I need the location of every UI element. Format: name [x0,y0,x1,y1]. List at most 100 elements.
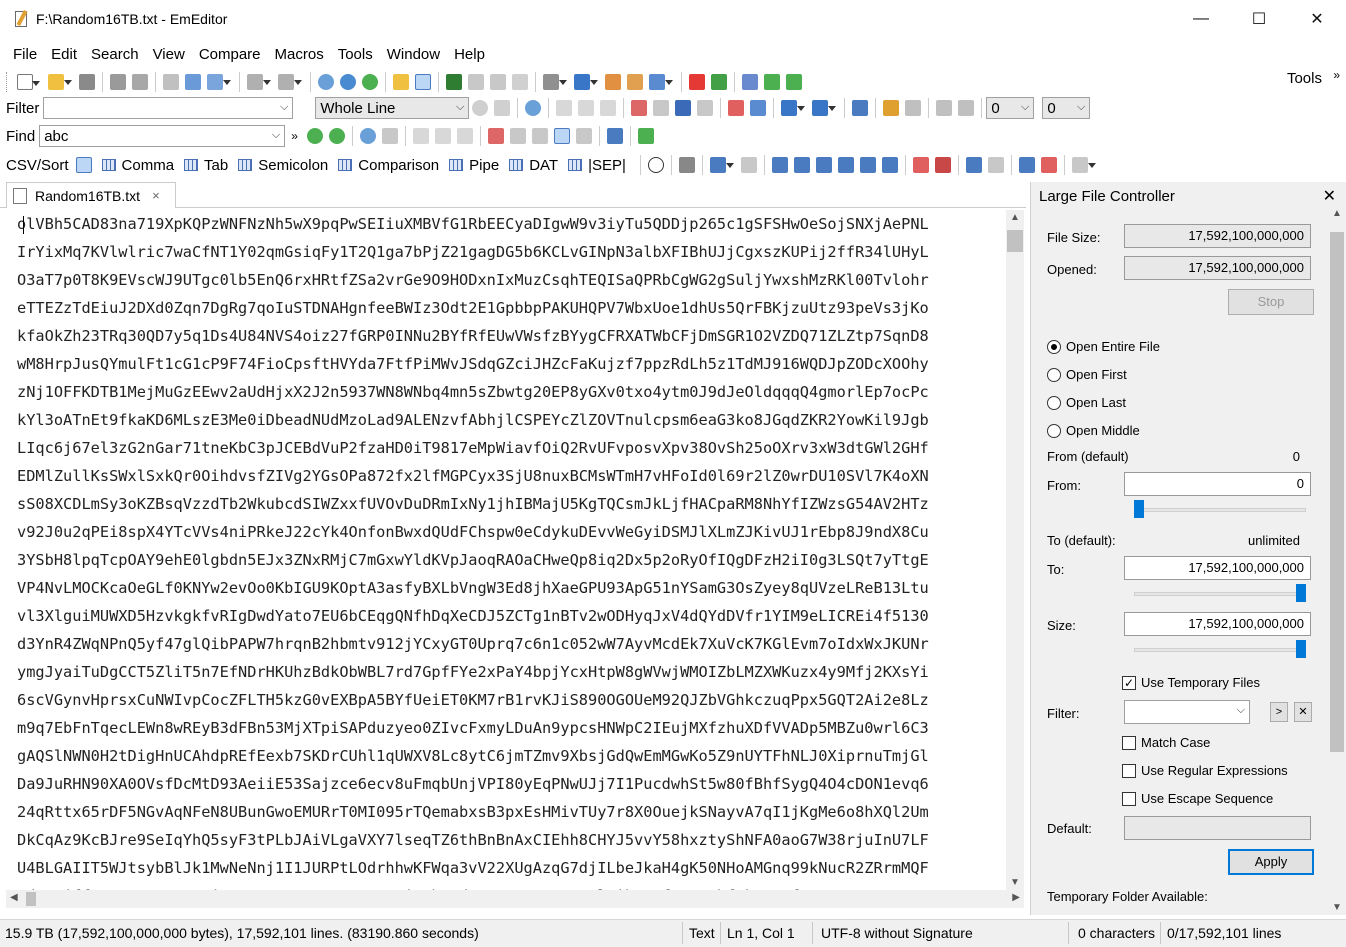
compare-icon[interactable] [512,74,528,90]
tab-random16tb[interactable]: Random16TB.txt × [6,182,176,208]
sort-length-icon[interactable] [837,157,854,173]
filter-more-button[interactable]: > [1270,702,1288,722]
csv-semicolon-button[interactable]: Semicolon [238,157,328,174]
sync-scroll-icon[interactable] [490,74,506,90]
run-macro-icon[interactable] [711,74,727,90]
to-slider[interactable] [1134,584,1306,604]
add-column-icon[interactable] [647,157,664,173]
remove-duplicates-icon[interactable] [934,157,951,173]
numbers-icon[interactable] [509,128,526,144]
print-preview-icon[interactable] [132,74,148,90]
size-slider[interactable] [1134,640,1306,660]
record-macro-icon[interactable] [689,74,705,90]
position-status[interactable]: Ln 1, Col 1 [727,925,795,941]
find-previous-icon[interactable] [362,74,378,90]
include-icon[interactable] [697,100,714,116]
lfc-filter-input[interactable]: ⌵ [1124,700,1250,724]
number-icon[interactable] [1040,157,1057,173]
open-middle-radio[interactable]: Open Middle [1047,423,1140,438]
menu-help[interactable]: Help [447,46,492,63]
open-entire-file-radio[interactable]: Open Entire File [1047,339,1160,354]
csv-options-icon[interactable] [1071,157,1096,173]
filter-mode-select[interactable]: Whole Line ⌵ [315,97,470,119]
csv-dat-button[interactable]: DAT [509,157,558,174]
clear-filter-icon[interactable] [494,100,511,116]
print-icon[interactable] [110,74,126,90]
minimize-button[interactable]: — [1172,0,1230,38]
copy-filter-icon[interactable] [958,100,975,116]
plugin-icon[interactable] [649,74,673,90]
cut-icon[interactable] [163,74,179,90]
close-panel-icon[interactable]: ✕ [1323,186,1336,206]
filter-input[interactable]: ⌵ [43,97,294,119]
regex-icon[interactable] [412,128,429,144]
editor-vertical-scrollbar[interactable]: ▲ ▼ [1006,210,1024,890]
use-temporary-files-checkbox[interactable]: ✓ Use Temporary Files [1122,675,1260,690]
from-slider[interactable] [1134,500,1306,520]
list-icon[interactable] [1018,157,1035,173]
use-escape-sequence-checkbox[interactable]: Use Escape Sequence [1122,791,1273,806]
outline-icon[interactable] [446,74,462,90]
menu-macros[interactable]: Macros [268,46,331,63]
match-case-icon[interactable] [631,100,648,116]
lock-icon[interactable] [883,100,900,116]
grid-icon[interactable] [575,128,592,144]
match-case-checkbox[interactable]: Match Case [1122,735,1210,750]
maximize-button[interactable]: ☐ [1230,0,1288,38]
open-first-radio[interactable]: Open First [1047,367,1127,382]
find-next-icon[interactable] [306,128,323,144]
sort-a-z-icon[interactable] [771,157,788,173]
redo-icon[interactable] [278,74,302,90]
find-previous-icon[interactable] [328,128,345,144]
open-folder-icon[interactable] [48,74,72,90]
context-after-select[interactable]: 0 ⌵ [1042,97,1091,119]
editor-horizontal-scrollbar[interactable]: ◀ ▶ [6,890,1024,908]
size-input[interactable]: 17,592,100,000,000 [1124,612,1311,636]
macro-options-icon[interactable] [786,74,802,90]
column-icon[interactable] [750,100,767,116]
calendar-icon[interactable] [852,100,869,116]
find-bar-options-icon[interactable] [606,128,623,144]
close-find-icon[interactable] [531,128,548,144]
filter-icon[interactable] [415,74,431,90]
sort-down-icon[interactable] [781,100,806,116]
menu-edit[interactable]: Edit [44,46,84,63]
filter-clear-button[interactable]: ✕ [1294,702,1312,722]
pin-icon[interactable] [936,100,953,116]
find-bar-more-icon[interactable]: » [291,129,298,143]
csv-comparison-button[interactable]: Comparison [338,157,439,174]
split-icon[interactable] [987,157,1004,173]
use-regex-checkbox[interactable]: Use Regular Expressions [1122,763,1288,778]
stop-button[interactable]: Stop [1228,289,1314,315]
columns-icon[interactable] [709,157,734,173]
copy-icon[interactable] [185,74,201,90]
negative-filter-icon[interactable] [653,100,670,116]
sort-options-icon[interactable] [859,157,876,173]
csv-pipe-button[interactable]: Pipe [449,157,499,174]
menu-compare[interactable]: Compare [192,46,268,63]
panel-scrollbar[interactable]: ▲ ▼ [1328,206,1346,915]
find-all-icon[interactable] [381,128,398,144]
customize-icon[interactable] [627,74,643,90]
new-file-icon[interactable] [17,74,40,90]
advanced-filter-icon[interactable] [525,100,542,116]
find-in-files-icon[interactable] [393,74,409,90]
text-editor[interactable]: olVBh5CAD83na719XpKQPzWNFNzNh5wX9pqPwSEI… [6,210,1006,890]
search-icon[interactable] [359,128,376,144]
mode-status[interactable]: Text [689,925,715,941]
edit-macro-icon[interactable] [764,74,780,90]
windows-icon[interactable] [574,74,598,90]
open-last-radio[interactable]: Open Last [1047,395,1126,410]
save-icon[interactable] [79,74,95,90]
configuration-icon[interactable] [605,74,621,90]
tools-icon[interactable] [678,157,695,173]
bookmark-icon[interactable] [675,100,692,116]
sort-custom-icon[interactable] [881,157,898,173]
filter-options-icon[interactable] [812,100,837,116]
regex-icon[interactable] [556,100,573,116]
menu-file[interactable]: File [6,46,44,63]
encoding-status[interactable]: UTF-8 without Signature [821,925,973,941]
delete-column-icon[interactable] [740,157,757,173]
close-window-button[interactable]: ✕ [1288,0,1346,38]
whole-word-icon[interactable] [456,128,473,144]
